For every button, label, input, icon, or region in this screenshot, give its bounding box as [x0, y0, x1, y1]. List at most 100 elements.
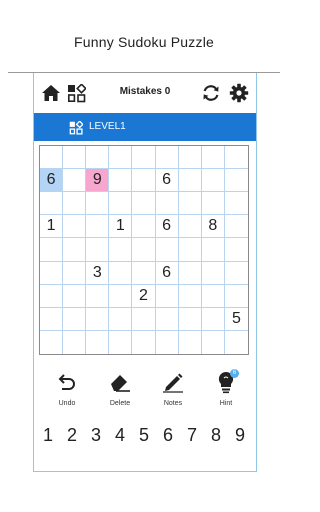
board-cell[interactable]: [201, 169, 225, 193]
number-button-1[interactable]: 1: [38, 423, 58, 447]
board-cell[interactable]: [155, 192, 179, 216]
board-cell[interactable]: [178, 192, 202, 216]
board-cell[interactable]: [109, 146, 133, 170]
number-button-2[interactable]: 2: [62, 423, 82, 447]
board-cell[interactable]: 3: [86, 261, 110, 285]
board-cell[interactable]: [155, 284, 179, 308]
board-cell[interactable]: [40, 238, 64, 262]
board-cell[interactable]: [224, 238, 248, 262]
board-cell[interactable]: 1: [109, 215, 133, 239]
board-cell[interactable]: [86, 192, 110, 216]
board-cell[interactable]: [40, 146, 64, 170]
board-cell[interactable]: [132, 238, 156, 262]
board-cell[interactable]: [63, 238, 87, 262]
board-cell[interactable]: [155, 238, 179, 262]
board-cell[interactable]: [86, 146, 110, 170]
board-cell[interactable]: [156, 330, 179, 354]
board-cell[interactable]: [63, 169, 87, 193]
board-cell[interactable]: [63, 146, 87, 170]
board-cell[interactable]: [63, 284, 87, 308]
board-cell[interactable]: [109, 238, 133, 262]
undo-button[interactable]: Undo: [43, 368, 91, 412]
board-cell[interactable]: [178, 238, 202, 262]
hint-button[interactable]: 6 Hint: [202, 368, 250, 412]
board-cell[interactable]: [63, 330, 87, 354]
board-cell[interactable]: [40, 192, 64, 216]
board-cell[interactable]: [224, 169, 248, 193]
board-cell[interactable]: [86, 215, 110, 239]
board-cell[interactable]: [224, 215, 248, 239]
board-cell[interactable]: [201, 284, 225, 308]
board-cell[interactable]: [224, 192, 248, 216]
number-button-9[interactable]: 9: [230, 423, 250, 447]
board-cell[interactable]: [178, 169, 202, 193]
board-cell[interactable]: 6: [155, 169, 179, 193]
board-cell[interactable]: [201, 146, 225, 170]
number-button-8[interactable]: 8: [206, 423, 226, 447]
board-cell[interactable]: [40, 284, 64, 308]
board-cell[interactable]: [179, 330, 202, 354]
board-cell[interactable]: [132, 146, 156, 170]
board-cell[interactable]: [201, 261, 225, 285]
board-cell[interactable]: 2: [132, 284, 156, 308]
board-cell[interactable]: [132, 215, 156, 239]
board-cell[interactable]: [132, 192, 156, 216]
board-cell[interactable]: [178, 146, 202, 170]
board-cell[interactable]: 1: [40, 215, 64, 239]
board-cell[interactable]: [86, 307, 110, 331]
delete-button[interactable]: Delete: [96, 368, 144, 412]
board-cell[interactable]: [201, 238, 225, 262]
board-cell[interactable]: [86, 330, 110, 354]
board-cell[interactable]: [86, 238, 110, 262]
board-cell[interactable]: [86, 284, 110, 308]
number-button-5[interactable]: 5: [134, 423, 154, 447]
board-cell[interactable]: 9: [86, 169, 110, 193]
board-cell[interactable]: [225, 331, 248, 354]
board-cell[interactable]: [109, 307, 133, 331]
board-cell[interactable]: 5: [224, 308, 248, 331]
board-cell[interactable]: [109, 192, 133, 216]
board-cell[interactable]: [40, 261, 64, 285]
board-cell[interactable]: [224, 285, 248, 308]
board-cell[interactable]: [132, 261, 156, 285]
number-button-4[interactable]: 4: [110, 423, 130, 447]
grid-apps-icon: [69, 120, 84, 135]
board-cell[interactable]: [40, 307, 64, 331]
board-cell[interactable]: [109, 284, 133, 308]
board-cell[interactable]: [178, 215, 202, 239]
number-button-6[interactable]: 6: [158, 423, 178, 447]
board-cell[interactable]: [132, 307, 156, 331]
board-cell[interactable]: [202, 330, 225, 354]
board-cell[interactable]: 6: [40, 169, 64, 193]
board-cell[interactable]: [109, 330, 133, 354]
notes-button[interactable]: Notes: [149, 368, 197, 412]
board-cell[interactable]: [201, 307, 225, 331]
gear-icon[interactable]: [228, 82, 250, 104]
board-cell[interactable]: [178, 261, 202, 285]
board-cell[interactable]: [63, 215, 87, 239]
board-cell[interactable]: [178, 284, 202, 308]
board-cell[interactable]: [201, 192, 225, 216]
board-cell[interactable]: [224, 146, 248, 170]
board-cell[interactable]: [109, 169, 133, 193]
home-icon[interactable]: [40, 82, 62, 104]
board-cell[interactable]: [63, 307, 87, 331]
refresh-icon[interactable]: [200, 82, 222, 104]
board-cell[interactable]: [224, 262, 248, 285]
board-cell[interactable]: [132, 169, 156, 193]
board-cell[interactable]: 6: [155, 261, 179, 285]
board-cell[interactable]: [155, 146, 179, 170]
board-cell[interactable]: [132, 330, 156, 354]
board-cell[interactable]: 6: [155, 215, 179, 239]
board-cell[interactable]: [178, 307, 202, 331]
grid-apps-icon[interactable]: [65, 82, 87, 104]
board-cell[interactable]: [109, 261, 133, 285]
board-cell[interactable]: 8: [201, 215, 225, 239]
number-button-3[interactable]: 3: [86, 423, 106, 447]
board-cell[interactable]: [40, 330, 64, 354]
number-button-7[interactable]: 7: [182, 423, 202, 447]
board-cell[interactable]: [63, 192, 87, 216]
level-label: LEVEL1: [89, 121, 126, 132]
board-cell[interactable]: [155, 307, 179, 331]
board-cell[interactable]: [63, 261, 87, 285]
